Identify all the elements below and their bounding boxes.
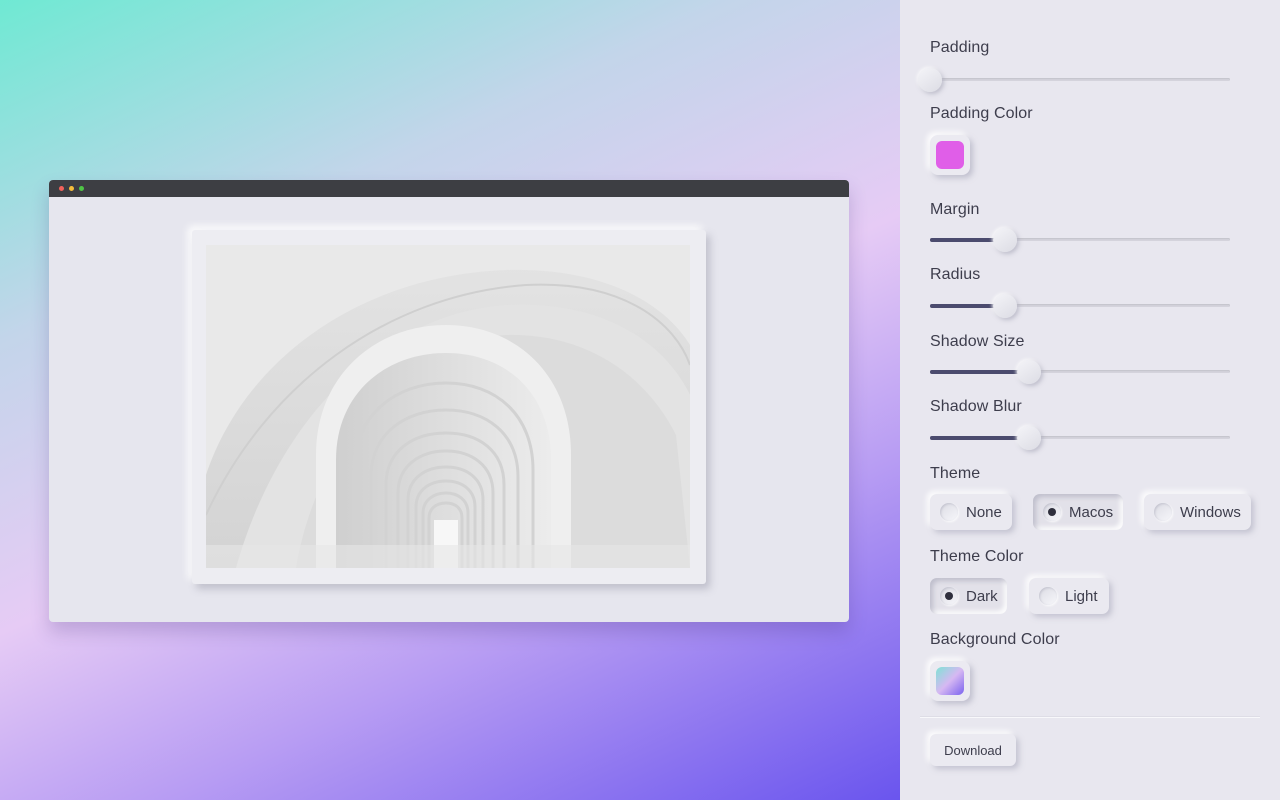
download-button[interactable]: Download — [930, 734, 1016, 766]
theme-label: Theme — [930, 465, 981, 482]
radio-label: Macos — [1069, 503, 1114, 521]
minimize-dot-icon — [69, 186, 74, 191]
padding-slider[interactable] — [918, 68, 1230, 92]
preview-canvas — [0, 0, 900, 800]
margin-label: Margin — [930, 201, 980, 218]
theme-color-option-dark[interactable]: Dark — [930, 578, 1007, 614]
mock-window — [49, 180, 849, 622]
window-titlebar — [49, 180, 849, 197]
shadow-blur-label: Shadow Blur — [930, 398, 1022, 415]
theme-color-option-light[interactable]: Light — [1029, 578, 1109, 614]
radio-label: Windows — [1180, 503, 1241, 521]
radio-circle-icon — [940, 503, 958, 521]
settings-panel: Padding Padding Color Margin Radius Shad… — [900, 0, 1280, 800]
padding-color-swatch — [936, 141, 964, 169]
panel-divider — [920, 717, 1260, 718]
slider-thumb[interactable] — [993, 228, 1017, 252]
shadow-size-slider[interactable] — [930, 360, 1230, 384]
shadow-size-label: Shadow Size — [930, 333, 1025, 350]
theme-color-label: Theme Color — [930, 548, 1024, 565]
padding-color-label: Padding Color — [930, 105, 1033, 122]
radius-slider[interactable] — [930, 294, 1230, 318]
radio-circle-icon — [940, 587, 958, 605]
close-dot-icon — [59, 186, 64, 191]
margin-slider[interactable] — [930, 228, 1230, 252]
padding-label: Padding — [930, 39, 990, 56]
slider-thumb[interactable] — [918, 68, 942, 92]
radio-circle-icon — [1043, 503, 1061, 521]
slider-fill — [930, 436, 1029, 440]
theme-option-windows[interactable]: Windows — [1144, 494, 1251, 530]
background-color-picker[interactable] — [930, 661, 970, 701]
preview-image — [206, 245, 690, 568]
slider-fill — [930, 370, 1029, 374]
radio-label: Dark — [966, 587, 998, 605]
radio-label: None — [966, 503, 1002, 521]
radio-circle-icon — [1039, 587, 1057, 605]
slider-thumb[interactable] — [1017, 360, 1041, 384]
slider-thumb[interactable] — [1017, 426, 1041, 450]
slider-thumb[interactable] — [993, 294, 1017, 318]
padding-color-picker[interactable] — [930, 135, 970, 175]
theme-option-none[interactable]: None — [930, 494, 1012, 530]
background-color-swatch — [936, 667, 964, 695]
radio-label: Light — [1065, 587, 1098, 605]
radio-circle-icon — [1154, 503, 1172, 521]
slider-track — [930, 78, 1230, 81]
theme-option-macos[interactable]: Macos — [1033, 494, 1123, 530]
image-frame — [192, 230, 706, 584]
radius-label: Radius — [930, 266, 981, 283]
background-color-label: Background Color — [930, 631, 1060, 648]
maximize-dot-icon — [79, 186, 84, 191]
shadow-blur-slider[interactable] — [930, 426, 1230, 450]
